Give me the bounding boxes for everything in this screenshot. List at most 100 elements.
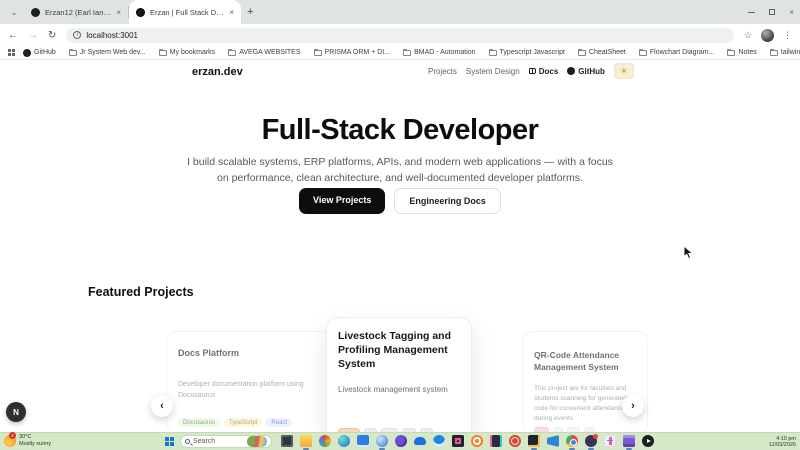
tab-close-icon[interactable]: ×: [229, 8, 234, 17]
book-icon: [528, 68, 536, 74]
address-bar[interactable]: i localhost:3001: [66, 27, 734, 43]
search-highlight-image: [247, 436, 267, 447]
folder-icon: [577, 48, 586, 56]
github-favicon-icon: [31, 7, 40, 17]
bookmark-folder-avega[interactable]: AVEGA WEBSITES: [228, 48, 301, 56]
taskbar-icons: [281, 434, 654, 450]
theme-toggle-button[interactable]: ☀: [613, 63, 634, 79]
bookmark-github[interactable]: GitHub: [23, 48, 56, 57]
new-tab-button[interactable]: +: [247, 6, 253, 18]
mouse-cursor: [683, 245, 694, 265]
reload-button[interactable]: ↻: [48, 30, 56, 41]
hero-subtitle-line1: I build scalable systems, ERP platforms,…: [187, 156, 613, 168]
taskbar-icon-people[interactable]: [433, 435, 445, 447]
bookmark-label: My bookmarks: [169, 49, 216, 56]
taskbar-icon-task-view[interactable]: [281, 435, 293, 447]
nav-docs[interactable]: Docs: [528, 67, 558, 76]
taskbar-icon-microsoft-store[interactable]: [357, 435, 369, 447]
profile-avatar[interactable]: [761, 28, 774, 42]
tab-title: Erzan12 (Earl Ian Do): [45, 7, 112, 17]
engineering-docs-button[interactable]: Engineering Docs: [394, 188, 501, 214]
project-card-qr-attendance[interactable]: QR-Code Attendance Management System Thi…: [522, 331, 648, 432]
bookmark-folder-typescript[interactable]: Typescript Javascript: [488, 48, 565, 56]
taskbar-icon-vscode[interactable]: [547, 435, 559, 447]
bookmark-star-icon[interactable]: ☆: [744, 30, 752, 41]
screen: ⌄ Erzan12 (Earl Ian Do) × Erzan | Full S…: [0, 0, 800, 450]
bookmark-label: Typescript Javascript: [499, 49, 565, 56]
tab-github[interactable]: Erzan12 (Earl Ian Do) ×: [24, 0, 128, 24]
taskbar-icon-onedrive[interactable]: [414, 437, 426, 445]
taskbar-icon-chrome[interactable]: [566, 435, 578, 450]
chat-widget-badge[interactable]: N: [6, 402, 26, 422]
tab-erzan-active[interactable]: Erzan | Full Stack Developer ×: [129, 0, 241, 24]
back-button[interactable]: ←: [8, 30, 18, 41]
project-card-docs-platform[interactable]: Docs Platform Developer documentation pl…: [166, 331, 330, 432]
taskbar-clock[interactable]: 4:10 pm 11/03/2026: [769, 436, 796, 450]
taskbar-icon-clipchamp[interactable]: [395, 435, 407, 447]
minimize-button[interactable]: [748, 11, 756, 13]
taskbar: 2 30°C Mostly sunny Search 4:10 pm 11/03…: [0, 432, 800, 450]
taskbar-icon-terminal[interactable]: [528, 435, 540, 450]
taskbar-icon-copilot[interactable]: [376, 435, 388, 450]
github-icon: [23, 48, 31, 57]
bookmark-folder-tailwind[interactable]: tailwind next: [769, 48, 800, 56]
taskbar-icon-health[interactable]: [604, 435, 616, 447]
bookmark-folder-notes[interactable]: Notes: [727, 48, 757, 56]
browser-menu-icon[interactable]: ⋮: [783, 30, 792, 41]
close-button[interactable]: ×: [789, 8, 794, 17]
maximize-button[interactable]: [769, 9, 776, 15]
taskbar-search-box[interactable]: Search: [180, 435, 272, 448]
card-description-line1: Developer documentation platform using: [178, 381, 304, 388]
bookmark-label: AVEGA WEBSITES: [239, 49, 301, 56]
carousel-next-button[interactable]: ›: [622, 395, 644, 417]
bookmark-folder-bmad[interactable]: BMAD - Automation: [403, 48, 476, 56]
carousel-prev-button[interactable]: ‹: [151, 395, 173, 417]
taskbar-icon-xampp[interactable]: [471, 435, 483, 447]
card-title: Livestock Tagging and Profiling Manageme…: [338, 330, 451, 371]
weather-sun-icon: 2: [4, 432, 16, 448]
bookmark-label: Flowchart Diagram...: [649, 49, 715, 56]
tag-typescript: TypeScript: [224, 418, 263, 427]
forward-button[interactable]: →: [28, 30, 38, 41]
project-card-livestock[interactable]: Livestock Tagging and Profiling Manageme…: [326, 317, 472, 432]
bookmark-folder-flowchart[interactable]: Flowchart Diagram...: [638, 48, 715, 56]
taskbar-icon-media-player[interactable]: [642, 435, 654, 447]
tag-pill: [338, 428, 360, 432]
taskbar-icon-notion[interactable]: [623, 435, 635, 450]
nav-github[interactable]: GitHub: [567, 67, 605, 76]
nav-github-label: GitHub: [578, 66, 605, 76]
tab-search-chevron-icon[interactable]: ⌄: [6, 4, 22, 20]
taskbar-icon-teams[interactable]: [490, 435, 502, 447]
taskbar-weather-widget[interactable]: 2 30°C Mostly sunny: [4, 432, 51, 448]
webpage: erzan.dev Projects System Design Docs Gi…: [0, 61, 800, 432]
apps-grid-icon[interactable]: [8, 49, 15, 56]
tab-close-icon[interactable]: ×: [116, 8, 121, 17]
nav-system-design[interactable]: System Design: [466, 67, 520, 76]
start-button[interactable]: [165, 437, 174, 446]
card-tags-partial: [338, 428, 433, 432]
tab-title: Erzan | Full Stack Developer: [150, 7, 225, 17]
taskbar-icon-designer[interactable]: [319, 435, 331, 447]
bookmark-label: GitHub: [34, 49, 56, 56]
browser-tab-strip: ⌄ Erzan12 (Earl Ian Do) × Erzan | Full S…: [0, 0, 800, 24]
site-logo[interactable]: erzan.dev: [192, 66, 243, 78]
bookmark-label: Jr System Web dev...: [79, 49, 146, 56]
taskbar-icon-photos[interactable]: [452, 435, 464, 447]
tag-pill: [420, 428, 433, 432]
bookmarks-bar: GitHub Jr System Web dev... My bookmarks…: [0, 46, 800, 60]
bookmark-folder-prisma[interactable]: PRISMA ORM + DI...: [313, 48, 390, 56]
taskbar-icon-file-explorer[interactable]: [300, 435, 312, 450]
site-favicon-icon: [136, 7, 145, 17]
bookmark-folder-cheatsheet[interactable]: CheatSheet: [577, 48, 626, 56]
taskbar-icon-edge[interactable]: [338, 435, 350, 447]
site-info-icon[interactable]: i: [73, 31, 82, 39]
nav-projects[interactable]: Projects: [428, 67, 457, 76]
card-description: Livestock management system: [338, 385, 448, 394]
bookmark-folder-my-bookmarks[interactable]: My bookmarks: [158, 48, 216, 56]
bookmark-label: BMAD - Automation: [414, 49, 476, 56]
bookmark-folder-jr-system[interactable]: Jr System Web dev...: [68, 48, 146, 56]
taskbar-icon-github-desktop[interactable]: [585, 434, 598, 450]
taskbar-icon-opera[interactable]: [509, 435, 521, 447]
folder-icon: [158, 48, 167, 56]
view-projects-button[interactable]: View Projects: [299, 188, 386, 214]
